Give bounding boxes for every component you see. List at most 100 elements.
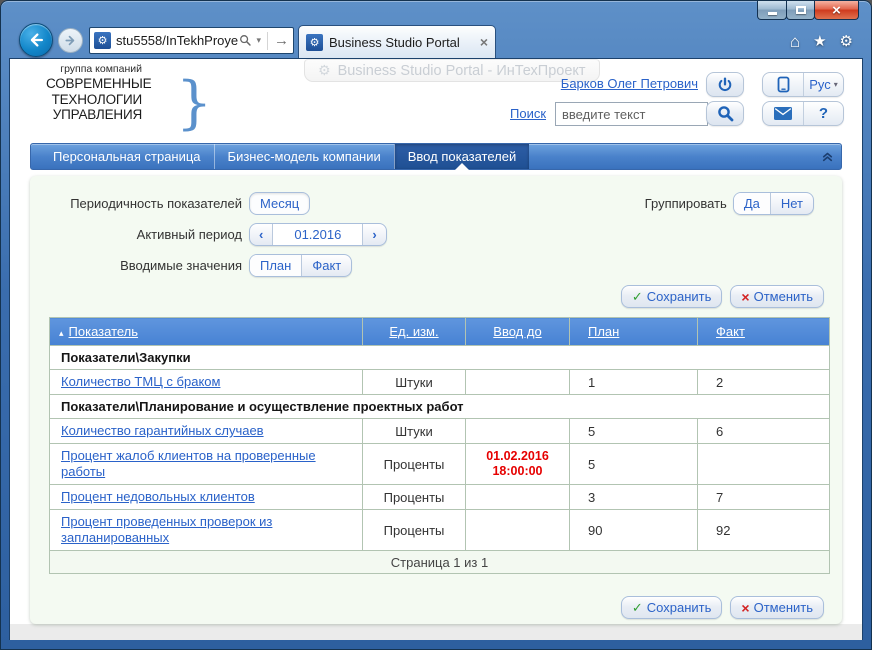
favorites-star-icon[interactable]: ★ — [813, 33, 826, 50]
table-header-row: ▴Показатель Ед. изм. Ввод до План Факт — [50, 318, 830, 346]
group-label: Показатели\Закупки — [50, 346, 830, 370]
tab-favicon: ⚙ — [306, 34, 323, 51]
envelope-icon — [774, 107, 792, 120]
table-row: Процент жалоб клиентов на проверенные ра… — [50, 444, 830, 485]
address-search-icon[interactable] — [239, 34, 252, 47]
messages-button[interactable] — [763, 102, 803, 125]
go-button-icon[interactable]: → — [274, 33, 289, 48]
top-actions: ✓ Сохранить × Отменить — [30, 285, 842, 308]
fact-cell[interactable]: 6 — [698, 419, 830, 444]
plan-cell[interactable]: 3 — [570, 485, 698, 510]
bottom-actions: ✓ Сохранить × Отменить — [30, 596, 842, 619]
logo-line-2: ТЕХНОЛОГИИ — [46, 92, 142, 108]
table-group-row: Показатели\Закупки — [50, 346, 830, 370]
cancel-x-icon: × — [741, 289, 749, 305]
column-unit[interactable]: Ед. изм. — [363, 318, 466, 346]
next-period-button[interactable]: › — [362, 224, 385, 245]
column-fact[interactable]: Факт — [698, 318, 830, 346]
user-name-link[interactable]: Барков Олег Петрович — [561, 76, 698, 91]
indicator-link[interactable]: Процент недовольных клиентов — [61, 489, 255, 504]
column-plan-label[interactable]: План — [588, 324, 619, 339]
cancel-button[interactable]: × Отменить — [730, 285, 824, 308]
cancel-button-bottom[interactable]: × Отменить — [730, 596, 824, 619]
page-indicator: Страница 1 из 1 — [50, 551, 830, 574]
unit-cell: Проценты — [363, 510, 466, 551]
help-button[interactable]: ? — [803, 102, 843, 125]
fact-toggle-button[interactable]: Факт — [301, 255, 351, 276]
plan-cell[interactable]: 90 — [570, 510, 698, 551]
close-button[interactable]: × — [814, 1, 859, 20]
unit-cell: Штуки — [363, 370, 466, 395]
plan-toggle-button[interactable]: План — [250, 255, 301, 276]
save-label: Сохранить — [647, 600, 712, 615]
browser-toolbar: ⚙ stu5558/InTekhProyekt/ ▾ → ⚙ Business … — [9, 23, 863, 58]
indicator-link[interactable]: Процент жалоб клиентов на проверенные ра… — [61, 448, 316, 479]
save-button-bottom[interactable]: ✓ Сохранить — [621, 596, 723, 619]
search-input[interactable] — [555, 102, 708, 126]
nav-tab-label: Ввод показателей — [408, 149, 517, 164]
active-period-label: Активный период — [30, 227, 242, 242]
fact-cell[interactable] — [698, 444, 830, 485]
fact-cell[interactable]: 2 — [698, 370, 830, 395]
unit-cell: Штуки — [363, 419, 466, 444]
table-row: Количество гарантийных случаев Штуки 5 6 — [50, 419, 830, 444]
grouping-no-button[interactable]: Нет — [770, 193, 813, 214]
search-button[interactable] — [706, 101, 744, 126]
logout-button[interactable] — [706, 72, 744, 97]
search-link[interactable]: Поиск — [510, 106, 546, 121]
fact-cell[interactable]: 7 — [698, 485, 830, 510]
language-dropdown[interactable]: Рус ▾ — [803, 73, 843, 96]
column-deadline-label[interactable]: Ввод до — [493, 324, 541, 339]
fact-cell[interactable]: 92 — [698, 510, 830, 551]
deadline-cell-overdue: 01.02.2016 18:00:00 — [466, 444, 570, 485]
back-button[interactable] — [19, 23, 53, 57]
grouping-label: Группировать — [645, 196, 727, 211]
column-unit-label[interactable]: Ед. изм. — [389, 324, 438, 339]
deadline-cell — [466, 485, 570, 510]
minimize-button[interactable] — [757, 1, 787, 20]
save-button[interactable]: ✓ Сохранить — [621, 285, 723, 308]
settings-gear-icon[interactable]: ⚙ — [840, 33, 853, 50]
cancel-label: Отменить — [754, 289, 813, 304]
plan-cell[interactable]: 5 — [570, 419, 698, 444]
deadline-cell — [466, 370, 570, 395]
nav-tab-personal-page[interactable]: Персональная страница — [40, 144, 214, 169]
plan-cell[interactable]: 1 — [570, 370, 698, 395]
maximize-button[interactable] — [786, 1, 815, 20]
url-text[interactable]: stu5558/InTekhProyekt/ — [116, 33, 239, 48]
navbar-collapse-button[interactable] — [821, 150, 834, 163]
address-dropdown-icon[interactable]: ▾ — [256, 35, 261, 46]
periodicity-month-button[interactable]: Месяц — [249, 192, 310, 215]
deadline-cell — [466, 510, 570, 551]
home-icon[interactable]: ⌂ — [790, 33, 800, 50]
periodicity-label: Периодичность показателей — [30, 196, 242, 211]
browser-tab[interactable]: ⚙ Business Studio Portal × — [298, 25, 496, 58]
column-indicator[interactable]: ▴Показатель — [50, 318, 363, 346]
entered-values-row: Вводимые значения План Факт — [30, 253, 842, 277]
column-indicator-label[interactable]: Показатель — [69, 324, 139, 339]
cancel-label: Отменить — [754, 600, 813, 615]
language-caret-icon: ▾ — [834, 80, 838, 89]
address-bar[interactable]: ⚙ stu5558/InTekhProyekt/ ▾ → — [89, 27, 294, 54]
pager-row: Страница 1 из 1 — [50, 551, 830, 574]
indicators-table: ▴Показатель Ед. изм. Ввод до План Факт П… — [49, 317, 830, 574]
previous-period-button[interactable]: ‹ — [250, 224, 272, 245]
main-navbar: Персональная страница Бизнес-модель комп… — [30, 143, 842, 170]
indicator-link[interactable]: Количество ТМЦ с браком — [61, 374, 220, 389]
active-period-value[interactable]: 01.2016 — [272, 224, 362, 245]
forward-button[interactable] — [58, 28, 83, 53]
table-row: Количество ТМЦ с браком Штуки 1 2 — [50, 370, 830, 395]
grouping-yes-button[interactable]: Да — [734, 193, 770, 214]
indicator-link[interactable]: Процент проведенных проверок из запланир… — [61, 514, 272, 545]
tab-close-icon[interactable]: × — [480, 34, 488, 50]
indicator-link[interactable]: Количество гарантийных случаев — [61, 423, 264, 438]
plan-cell[interactable]: 5 — [570, 444, 698, 485]
mobile-version-button[interactable] — [763, 73, 803, 96]
column-plan[interactable]: План — [570, 318, 698, 346]
title-bar[interactable]: × — [9, 1, 863, 23]
column-fact-label[interactable]: Факт — [716, 324, 745, 339]
column-deadline[interactable]: Ввод до — [466, 318, 570, 346]
nav-tab-business-model[interactable]: Бизнес-модель компании — [214, 144, 394, 169]
mail-help-group: ? — [762, 101, 844, 126]
nav-tab-indicator-input[interactable]: Ввод показателей — [394, 144, 530, 169]
